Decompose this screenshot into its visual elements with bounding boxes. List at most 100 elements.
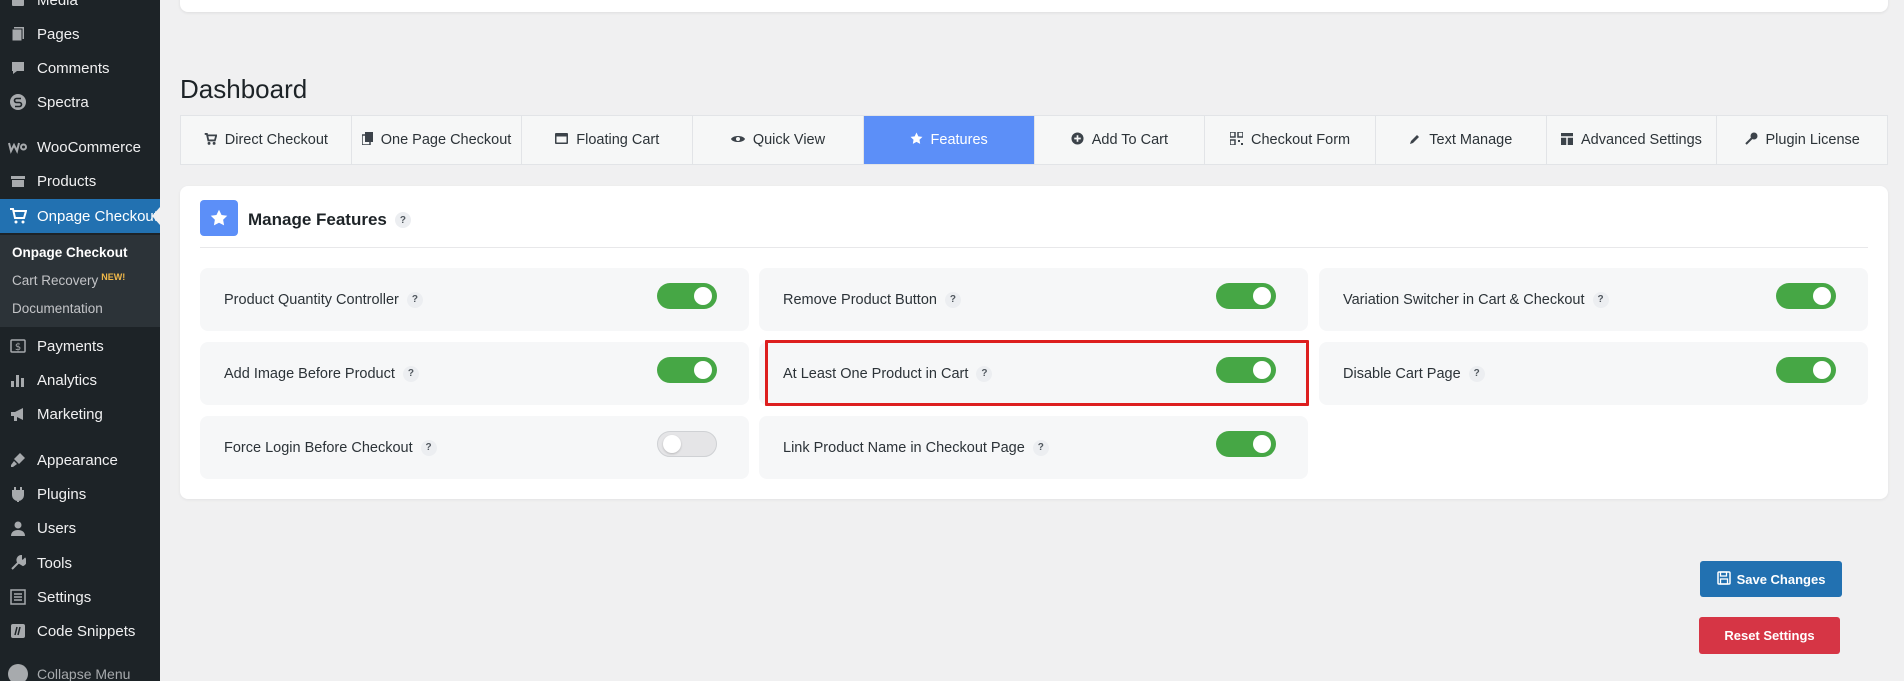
reset-settings-button[interactable]: Reset Settings (1699, 617, 1840, 654)
cart-icon (8, 206, 28, 226)
copy-icon (361, 132, 373, 148)
sidebar-item-payments[interactable]: $ Payments (0, 329, 160, 363)
feature-label: Add Image Before Product (224, 365, 395, 382)
help-icon[interactable]: ? (420, 439, 437, 456)
help-icon[interactable]: ? (944, 291, 961, 308)
code-snippets-icon (8, 621, 28, 641)
sidebar-item-tools[interactable]: Tools (0, 546, 160, 580)
qr-icon (1229, 131, 1244, 148)
tab-features[interactable]: Features (863, 116, 1035, 164)
sidebar-item-label: Payments (37, 337, 104, 355)
sidebar-item-products[interactable]: Products (0, 164, 160, 198)
help-icon[interactable]: ? (394, 212, 411, 228)
onpage-checkout-submenu: Onpage Checkout Cart Recovery NEW! Docume… (0, 235, 160, 327)
users-icon (8, 518, 28, 538)
tab-text-manage[interactable]: Text Manage (1376, 116, 1547, 164)
feature-toggle[interactable] (657, 431, 717, 457)
feature-label: At Least One Product in Cart (783, 365, 969, 382)
pencil-icon (1409, 133, 1421, 148)
feature-toggle[interactable] (1776, 283, 1836, 309)
submenu-item-cart-recovery[interactable]: Cart Recovery NEW! (12, 272, 125, 288)
toggle-knob (1253, 287, 1271, 305)
sidebar-item-label: WooCommerce (37, 138, 141, 156)
star-icon (200, 200, 238, 236)
sidebar-item-appearance[interactable]: Appearance (0, 443, 160, 477)
plus-circle-icon (1071, 132, 1084, 148)
tab-plugin-license[interactable]: Plugin License (1717, 116, 1887, 164)
sidebar-item-media[interactable]: Media (0, 0, 160, 17)
submenu-item-documentation[interactable]: Documentation (12, 301, 103, 316)
help-icon[interactable]: ? (1032, 439, 1049, 456)
feature-add-image-before-product: Add Image Before Product? (200, 342, 749, 405)
feature-toggle[interactable] (657, 357, 717, 383)
sidebar-item-label: Marketing (37, 405, 103, 423)
help-icon[interactable]: ? (1592, 291, 1609, 308)
spectra-icon (8, 92, 28, 112)
sidebar-item-code-snippets[interactable]: Code Snippets (0, 614, 160, 648)
payments-icon: $ (8, 336, 28, 356)
feature-label: Variation Switcher in Cart & Checkout (1343, 291, 1585, 308)
help-icon[interactable]: ? (1468, 365, 1485, 382)
help-icon[interactable]: ? (976, 365, 993, 382)
feature-force-login-before-checkout: Force Login Before Checkout? (200, 416, 749, 479)
help-icon[interactable]: ? (406, 291, 423, 308)
sidebar-item-comments[interactable]: Comments (0, 51, 160, 85)
sidebar-item-pages[interactable]: Pages (0, 17, 160, 51)
pages-icon (8, 24, 28, 44)
appearance-icon (8, 450, 28, 470)
collapse-menu-label: Collapse Menu (37, 666, 131, 681)
key-icon (1744, 132, 1758, 148)
sidebar-item-marketing[interactable]: Marketing (0, 397, 160, 431)
save-icon (1716, 570, 1731, 588)
sidebar-item-users[interactable]: Users (0, 511, 160, 545)
feature-toggle[interactable] (1776, 357, 1836, 383)
tab-one-page-checkout[interactable]: One Page Checkout (352, 116, 523, 164)
tab-add-to-cart[interactable]: Add To Cart (1035, 116, 1206, 164)
sidebar-item-spectra[interactable]: Spectra (0, 85, 160, 119)
feature-label: Product Quantity Controller (224, 291, 399, 308)
tab-checkout-form[interactable]: Checkout Form (1205, 116, 1376, 164)
reset-settings-label: Reset Settings (1724, 628, 1815, 643)
settings-icon (8, 587, 28, 607)
tab-floating-cart[interactable]: Floating Cart (522, 116, 694, 164)
save-changes-button[interactable]: Save Changes (1700, 561, 1842, 597)
tab-direct-checkout[interactable]: Direct Checkout (181, 116, 352, 164)
toggle-knob (1813, 287, 1831, 305)
feature-toggle[interactable] (1216, 357, 1276, 383)
sidebar-item-label: Tools (37, 554, 73, 572)
collapse-menu-button[interactable]: Collapse Menu (0, 664, 130, 681)
help-icon[interactable]: ? (402, 365, 419, 382)
sidebar-item-label: Analytics (37, 371, 98, 389)
sidebar-item-onpage-checkout[interactable]: Onpage Checkout (0, 199, 160, 233)
toggle-knob (694, 361, 712, 379)
feature-label: Force Login Before Checkout (224, 439, 413, 456)
sidebar-item-label: Spectra (37, 93, 89, 111)
toggle-knob (663, 435, 681, 453)
feature-label: Disable Cart Page (1343, 365, 1461, 382)
manage-features-panel: Manage Features ? Product Quantity Contr… (180, 186, 1888, 499)
tab-label: Checkout Form (1251, 132, 1351, 148)
window-icon (555, 133, 569, 147)
panel-title: Manage Features (248, 210, 387, 229)
submenu-item-onpage-checkout[interactable]: Onpage Checkout (12, 245, 128, 260)
sidebar-item-analytics[interactable]: Analytics (0, 363, 160, 397)
sidebar-item-woocommerce[interactable]: WooCommerce (0, 130, 160, 164)
feature-product-quantity-controller: Product Quantity Controller? (200, 268, 749, 331)
sidebar-item-plugins[interactable]: Plugins (0, 477, 160, 511)
page-title: Dashboard (180, 74, 308, 104)
feature-label: Remove Product Button (783, 291, 937, 308)
sidebar-item-settings[interactable]: Settings (0, 580, 160, 614)
feature-remove-product-button: Remove Product Button? (759, 268, 1308, 331)
collapse-icon (8, 664, 28, 681)
feature-toggle[interactable] (1216, 283, 1276, 309)
sidebar-item-label: Users (37, 519, 77, 537)
tab-advanced-settings[interactable]: Advanced Settings (1547, 116, 1718, 164)
feature-toggle[interactable] (1216, 431, 1276, 457)
sidebar-item-label: Onpage Checkout (37, 207, 158, 225)
sidebar-item-label: Products (37, 172, 97, 190)
toggle-knob (694, 287, 712, 305)
feature-toggle[interactable] (657, 283, 717, 309)
tab-quick-view[interactable]: Quick View (693, 116, 864, 164)
sidebar-item-label: Comments (37, 59, 110, 77)
tab-label: Floating Cart (576, 132, 660, 148)
